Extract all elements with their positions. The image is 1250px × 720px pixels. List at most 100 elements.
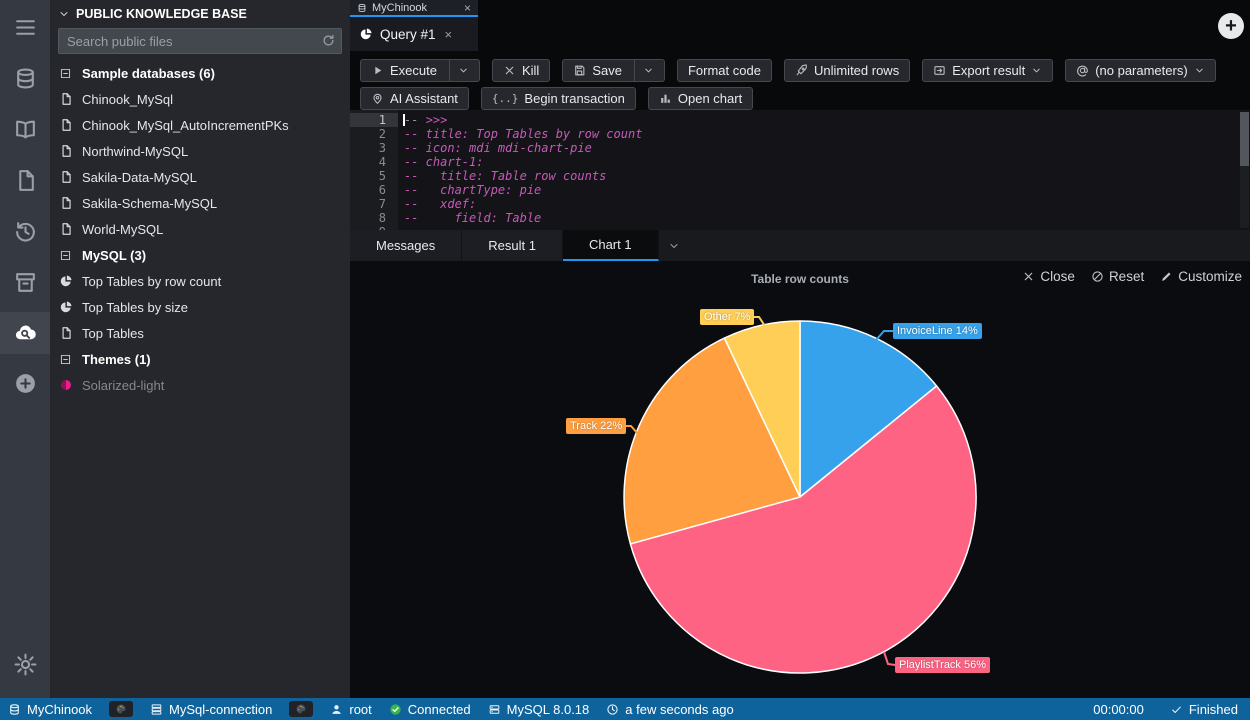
pie-label-track: Track 22% xyxy=(566,418,626,434)
result-tab-messages[interactable]: Messages xyxy=(350,230,462,261)
sidebar-item-chinook-mysql-autoincrementpks[interactable]: Chinook_MySql_AutoIncrementPKs xyxy=(50,112,350,138)
close-icon[interactable]: × xyxy=(445,27,453,42)
check-icon xyxy=(1170,703,1183,716)
sidebar-item-mysql-3[interactable]: MySQL (3) xyxy=(50,242,350,268)
sidebar-item-themes-1[interactable]: Themes (1) xyxy=(50,346,350,372)
database-icon xyxy=(13,66,38,91)
sidebar-item-label: World-MySQL xyxy=(82,222,163,237)
sidebar-header[interactable]: PUBLIC KNOWLEDGE BASE xyxy=(50,0,350,25)
result-tab-chart-1[interactable]: Chart 1 xyxy=(563,230,659,261)
palette-icon xyxy=(115,703,127,715)
code-text: -- chart-1: xyxy=(398,155,483,169)
tab-group-mychinook[interactable]: MyChinook × xyxy=(350,0,478,17)
status-bar: MyChinook MySql-connection root Connected My… xyxy=(0,698,1250,720)
activity-settings-button[interactable] xyxy=(0,639,50,690)
sidebar-item-sample-databases-6[interactable]: Sample databases (6) xyxy=(50,60,350,86)
file-icon xyxy=(58,144,73,158)
execute-button[interactable]: Execute xyxy=(360,59,480,82)
gear-icon xyxy=(13,652,38,677)
sidebar-item-sakila-data-mysql[interactable]: Sakila-Data-MySQL xyxy=(50,164,350,190)
button-label: Export result xyxy=(952,63,1025,78)
open-chart-button[interactable]: Open chart xyxy=(648,87,753,110)
sidebar-item-top-tables-by-size[interactable]: Top Tables by size xyxy=(50,294,350,320)
sidebar-file-list: Sample databases (6) Chinook_MySql Chinook… xyxy=(50,60,350,398)
sidebar-item-solarized-light[interactable]: Solarized-light xyxy=(50,372,350,398)
activity-cloud-search-button[interactable] xyxy=(0,312,50,354)
file-icon xyxy=(58,170,73,184)
sidebar-item-label: Sample databases (6) xyxy=(82,66,215,81)
query-toolbar: Execute Kill Save Format code Unlimited rows… xyxy=(350,51,1250,110)
new-tab-button[interactable]: + xyxy=(1218,13,1244,39)
file-icon xyxy=(13,168,38,193)
sidebar-item-label: Northwind-MySQL xyxy=(82,144,188,159)
status-label: Finished xyxy=(1189,702,1238,717)
database-icon xyxy=(357,3,367,13)
kill-button[interactable]: Kill xyxy=(492,59,550,82)
sidebar-item-world-mysql[interactable]: World-MySQL xyxy=(50,216,350,242)
export-result-button[interactable]: Export result xyxy=(922,59,1053,82)
text-cursor xyxy=(403,114,405,126)
activity-plus-circle-button[interactable] xyxy=(0,358,50,409)
editor-line: 7-- xdef: xyxy=(350,197,1250,211)
activity-history-button[interactable] xyxy=(0,206,50,257)
status-finished[interactable]: Finished xyxy=(1170,702,1238,717)
sidebar-item-top-tables[interactable]: Top Tables xyxy=(50,320,350,346)
status-label: MySQL 8.0.18 xyxy=(507,702,590,717)
status-mychinook[interactable]: MyChinook xyxy=(8,702,92,717)
result-tab-label: Chart 1 xyxy=(589,237,632,252)
editor-scrollbar[interactable] xyxy=(1240,112,1249,228)
pie-label-leader xyxy=(884,652,895,665)
unlimited-rows-button[interactable]: Unlimited rows xyxy=(784,59,910,82)
clock-icon xyxy=(606,703,619,716)
line-number: 7 xyxy=(350,197,398,211)
status-connected[interactable]: Connected xyxy=(389,702,471,717)
connection-color-badge[interactable] xyxy=(289,701,313,717)
status-mysql-8-0-18[interactable]: MySQL 8.0.18 xyxy=(488,702,590,717)
refresh-icon[interactable] xyxy=(321,33,336,53)
search-input[interactable] xyxy=(58,28,342,54)
activity-file-button[interactable] xyxy=(0,155,50,206)
chevron-down-icon[interactable] xyxy=(1031,65,1042,76)
archive-icon xyxy=(13,270,38,295)
status-00-00-00[interactable]: 00:00:00 xyxy=(1093,702,1144,717)
status-label: MyChinook xyxy=(27,702,92,717)
begin-transaction-button[interactable]: {..}Begin transaction xyxy=(481,87,636,110)
editor-scrollbar-thumb[interactable] xyxy=(1240,112,1249,166)
sidebar-item-northwind-mysql[interactable]: Northwind-MySQL xyxy=(50,138,350,164)
activity-archive-button[interactable] xyxy=(0,257,50,308)
sidebar-item-label: Chinook_MySql_AutoIncrementPKs xyxy=(82,118,289,133)
book-icon xyxy=(13,117,38,142)
chevron-down-icon[interactable] xyxy=(458,65,469,76)
activity-database-button[interactable] xyxy=(0,53,50,104)
sidebar-item-sakila-schema-mysql[interactable]: Sakila-Schema-MySQL xyxy=(50,190,350,216)
chevron-down-icon[interactable] xyxy=(1194,65,1205,76)
close-icon[interactable]: × xyxy=(464,1,471,15)
sidebar-public-knowledge-base: PUBLIC KNOWLEDGE BASE Sample databases (… xyxy=(50,0,350,698)
connection-color-badge[interactable] xyxy=(109,701,133,717)
sidebar-item-label: Sakila-Schema-MySQL xyxy=(82,196,217,211)
braces-icon: {..} xyxy=(492,92,519,105)
status-mysql-connection[interactable]: MySql-connection xyxy=(150,702,272,717)
ai-assistant-button[interactable]: AI Assistant xyxy=(360,87,469,110)
result-tabs-menu-button[interactable] xyxy=(659,230,689,261)
result-tab-result-1[interactable]: Result 1 xyxy=(462,230,563,261)
history-icon xyxy=(13,219,38,244)
editor-line: 6-- chartType: pie xyxy=(350,183,1250,197)
file-icon xyxy=(58,92,73,106)
chevron-down-icon[interactable] xyxy=(643,65,654,76)
sidebar-item-top-tables-by-row-count[interactable]: Top Tables by row count xyxy=(50,268,350,294)
activity-book-button[interactable] xyxy=(0,104,50,155)
sidebar-item-chinook-mysql[interactable]: Chinook_MySql xyxy=(50,86,350,112)
editor-line: 3-- icon: mdi mdi-chart-pie xyxy=(350,141,1250,155)
save-button[interactable]: Save xyxy=(562,59,665,82)
no-parameters-button[interactable]: (no parameters) xyxy=(1065,59,1215,82)
sidebar-item-label: MySQL (3) xyxy=(82,248,146,263)
format-code-button[interactable]: Format code xyxy=(677,59,772,82)
status-a-few-seconds-ago[interactable]: a few seconds ago xyxy=(606,702,733,717)
sql-editor[interactable]: 1-- >>>2-- title: Top Tables by row coun… xyxy=(350,110,1250,230)
tab-query-1[interactable]: Query #1 × xyxy=(350,17,478,51)
pie-icon xyxy=(58,300,73,314)
status-root[interactable]: root xyxy=(330,702,371,717)
activity-menu-button[interactable] xyxy=(0,2,50,53)
cloud-search-icon xyxy=(13,321,38,346)
